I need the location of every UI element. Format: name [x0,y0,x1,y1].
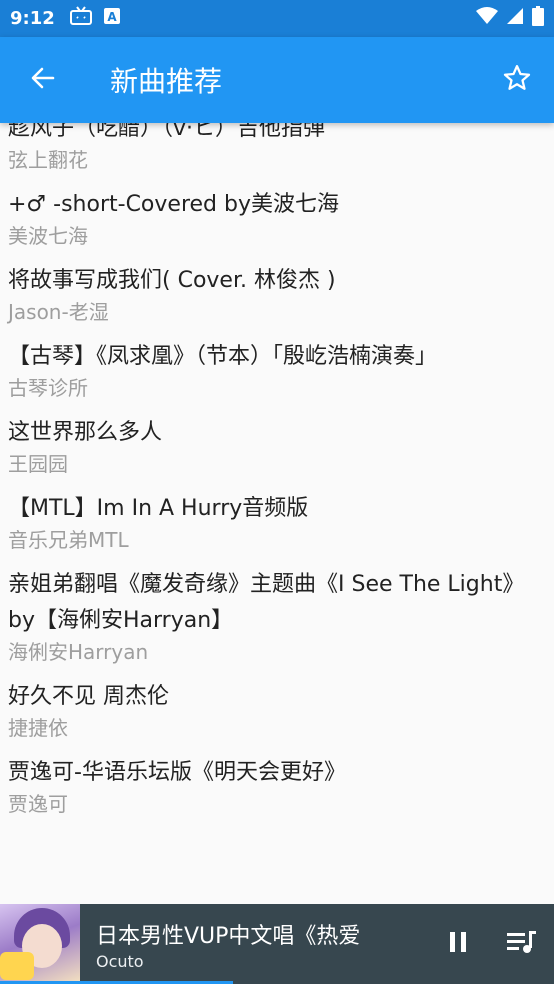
song-item[interactable]: 这世界那么多人 王园园 [0,409,554,485]
song-artist: 弦上翻花 [8,148,88,172]
song-title: 【MTL】Im In A Hurry音频版 [8,496,309,521]
song-artist: 古琴诊所 [8,376,88,400]
song-artist: 王园园 [8,452,68,476]
song-artist: 贾逸可 [8,792,68,816]
song-title: 【古琴】《凤求凰》（节本）「殷屹浩楠演奏」 [8,344,438,369]
song-artist: 捷捷依 [8,716,68,740]
app-bar: 新曲推荐 [0,37,554,123]
mini-player[interactable]: 日本男性VUP中文唱《热爱 Ocuto [0,904,554,984]
song-item[interactable]: 趁风子（吃醋）（v·ヒ）吉他指弹 弦上翻花 [0,123,554,181]
wifi-icon [476,7,498,30]
pause-button[interactable] [426,904,490,984]
back-button[interactable] [0,37,86,123]
song-item[interactable]: 【古琴】《凤求凰》（节本）「殷屹浩楠演奏」 古琴诊所 [0,333,554,409]
song-artist: 海俐安Harryan [8,640,149,664]
status-time: 9:12 [10,8,55,29]
queue-music-icon [507,929,537,959]
song-title: +♂ -short-Covered by美波七海 [8,192,339,217]
now-playing-title: 日本男性VUP中文唱《热爱 [96,923,361,949]
pause-icon [446,930,470,958]
svg-text:A: A [107,10,117,24]
page-title: 新曲推荐 [110,65,223,98]
battery-icon [532,6,544,31]
favorite-button[interactable] [480,37,554,123]
song-artist: Jason-老湿 [8,300,109,324]
song-artist: 音乐兄弟MTL [8,528,129,552]
song-title: 好久不见 周杰伦 [8,684,169,709]
song-item[interactable]: +♂ -short-Covered by美波七海 美波七海 [0,181,554,257]
signal-icon [506,7,524,30]
now-playing-artist: Ocuto [96,951,144,971]
song-title: 这世界那么多人 [8,420,163,445]
song-title: 趁风子（吃醋）（v·ヒ）吉他指弹 [8,123,326,141]
tv-icon [69,6,93,31]
star-outline-icon [502,63,532,97]
song-title: 将故事写成我们( Cover. 林俊杰 ) [8,268,336,293]
now-playing-info[interactable]: 日本男性VUP中文唱《热爱 Ocuto [96,918,426,971]
song-item[interactable]: 好久不见 周杰伦 捷捷依 [0,673,554,749]
song-list[interactable]: 趁风子（吃醋）（v·ヒ）吉他指弹 弦上翻花 +♂ -short-Covered … [0,123,554,904]
song-item[interactable]: 亲姐弟翻唱《魔发奇缘》主题曲《I See The Light》by【海俐安Har… [0,561,554,673]
song-item[interactable]: 【MTL】Im In A Hurry音频版 音乐兄弟MTL [0,485,554,561]
song-item[interactable]: 贾逸可-华语乐坛版《明天会更好》 贾逸可 [0,749,554,825]
song-title: 贾逸可-华语乐坛版《明天会更好》 [8,760,346,785]
song-title: 亲姐弟翻唱《魔发奇缘》主题曲《I See The Light》by【海俐安Har… [8,572,525,633]
song-item[interactable]: 将故事写成我们( Cover. 林俊杰 ) Jason-老湿 [0,257,554,333]
album-art-badge [0,952,34,980]
song-artist: 美波七海 [8,224,88,248]
app-a-icon: A [103,7,121,30]
arrow-left-icon [29,64,57,96]
status-bar: 9:12 A [0,0,554,37]
album-art[interactable] [0,904,80,984]
playlist-button[interactable] [490,904,554,984]
